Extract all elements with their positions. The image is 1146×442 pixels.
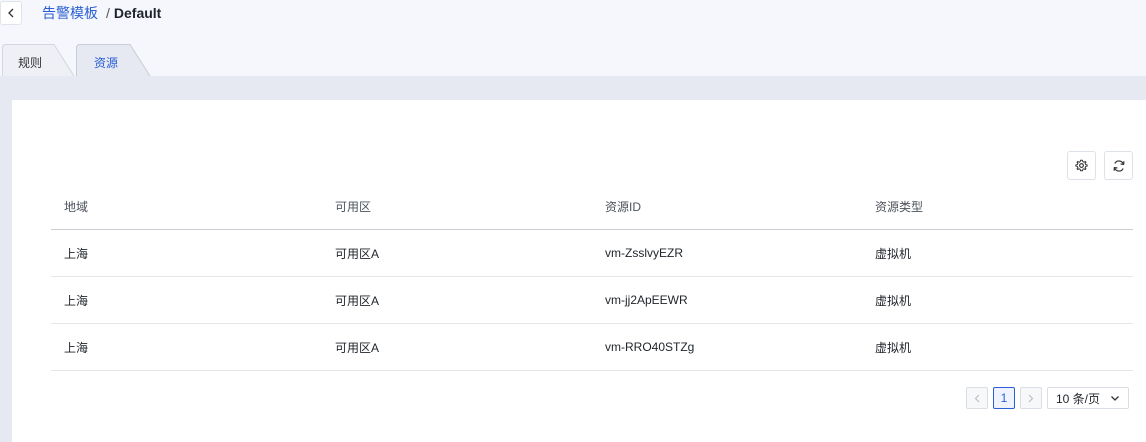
table-row: 上海 可用区A vm-jj2ApEEWR 虚拟机	[51, 277, 1133, 324]
breadcrumb-current: Default	[113, 5, 162, 21]
cell-resource-id: vm-jj2ApEEWR	[605, 293, 688, 307]
breadcrumb-parent-link[interactable]: 告警模板	[42, 3, 98, 23]
tab-bar: 规则 资源	[2, 44, 202, 76]
resource-table: 地域 可用区 资源ID 资源类型 上海 可用区A vm-ZsslvyEZR 虚拟…	[51, 183, 1133, 371]
table-header-row: 地域 可用区 资源ID 资源类型	[51, 183, 1133, 230]
cell-region: 上海	[64, 293, 89, 308]
tab-rules-label: 规则	[18, 56, 43, 70]
table-row: 上海 可用区A vm-RRO40STZg 虚拟机	[51, 324, 1133, 371]
page-size-value: 10 条/页	[1056, 391, 1101, 406]
cell-resource-type: 虚拟机	[875, 340, 912, 355]
column-header-zone: 可用区	[335, 199, 372, 214]
chevron-down-icon	[1111, 396, 1119, 401]
tab-rules[interactable]: 规则	[2, 44, 78, 76]
chevron-left-icon	[8, 8, 14, 18]
settings-button[interactable]	[1067, 151, 1096, 180]
cell-resource-type: 虚拟机	[875, 293, 912, 308]
table-row: 上海 可用区A vm-ZsslvyEZR 虚拟机	[51, 230, 1133, 277]
cell-region: 上海	[64, 246, 89, 261]
cell-resource-id: vm-ZsslvyEZR	[605, 246, 683, 260]
refresh-icon	[1112, 159, 1125, 172]
cell-zone: 可用区A	[335, 293, 380, 308]
column-header-region: 地域	[64, 199, 89, 214]
column-header-resource-id: 资源ID	[605, 199, 642, 214]
breadcrumb: 告警模板 / Default	[42, 4, 161, 22]
cell-resource-id: vm-RRO40STZg	[605, 340, 695, 354]
chevron-right-icon	[1028, 394, 1034, 402]
chevron-left-icon	[974, 394, 980, 402]
pagination-prev-button[interactable]	[966, 387, 988, 409]
cell-resource-type: 虚拟机	[875, 246, 912, 261]
cell-zone: 可用区A	[335, 340, 380, 355]
page-size-select[interactable]: 10 条/页	[1047, 387, 1129, 409]
cell-zone: 可用区A	[335, 246, 380, 261]
pagination-next-button[interactable]	[1020, 387, 1042, 409]
column-header-resource-type: 资源类型	[875, 199, 924, 214]
back-button[interactable]	[0, 1, 22, 25]
cell-region: 上海	[64, 340, 89, 355]
tab-resources-label: 资源	[94, 56, 119, 70]
page-header: 告警模板 / Default 规则 资源	[0, 0, 1146, 76]
tab-resources[interactable]: 资源	[76, 44, 152, 76]
pagination-page-1[interactable]: 1	[993, 387, 1015, 409]
breadcrumb-separator: /	[106, 5, 110, 21]
gear-icon	[1075, 159, 1088, 172]
refresh-button[interactable]	[1104, 151, 1133, 180]
